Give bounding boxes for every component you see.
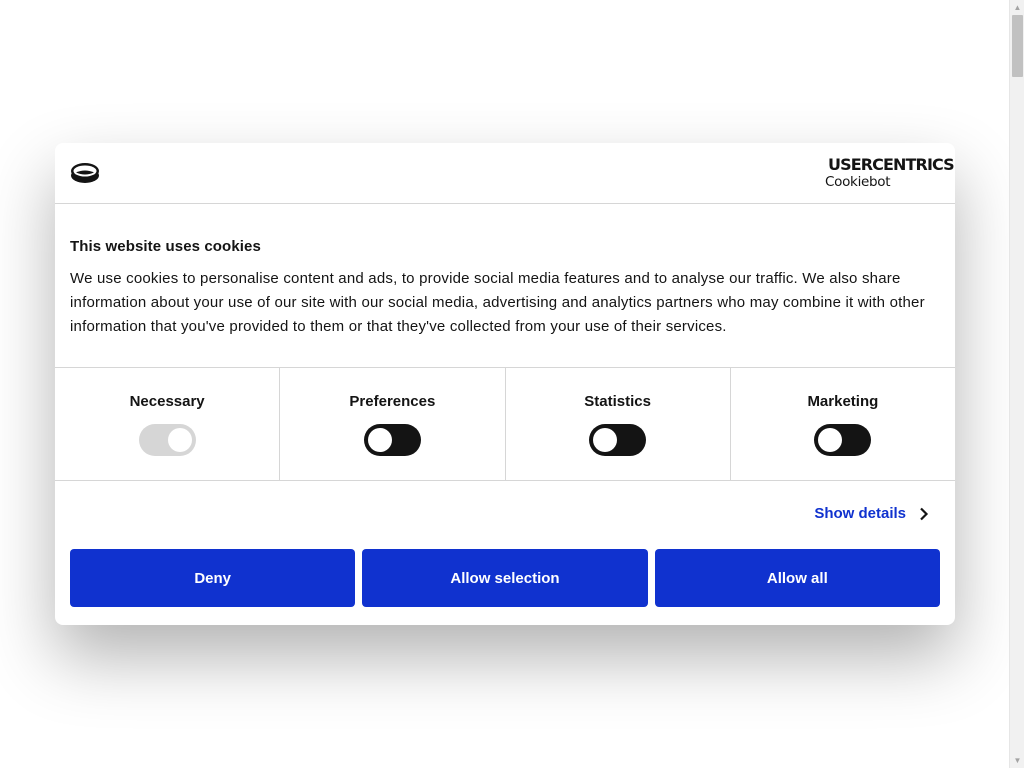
chevron-right-icon bbox=[920, 507, 929, 520]
allow-selection-button[interactable]: Allow selection bbox=[362, 549, 648, 607]
necessary-toggle bbox=[138, 424, 196, 456]
deny-button[interactable]: Deny bbox=[70, 549, 356, 607]
dialog-description: We use cookies to personalise content an… bbox=[70, 270, 925, 335]
vertical-scrollbar[interactable]: ▲ ▼ bbox=[1009, 0, 1024, 768]
usercentrics-cookiebot-logo: USERCENTRICS Cookiebot bbox=[825, 157, 955, 191]
category-statistics: Statistics bbox=[506, 368, 731, 480]
category-preferences: Preferences bbox=[280, 368, 506, 480]
dialog-title: This website uses cookies bbox=[70, 238, 261, 255]
scroll-down-arrow-icon[interactable]: ▼ bbox=[1010, 753, 1024, 768]
scroll-up-arrow-icon[interactable]: ▲ bbox=[1010, 0, 1024, 15]
show-details-label: Show details bbox=[814, 505, 906, 522]
dialog-body: This website uses cookies We use cookies… bbox=[55, 204, 955, 368]
scrollbar-thumb[interactable] bbox=[1012, 15, 1023, 77]
category-label: Statistics bbox=[584, 393, 651, 410]
toggle-knob bbox=[367, 428, 392, 452]
action-buttons: Deny Allow selection Allow all bbox=[55, 549, 955, 607]
category-label: Preferences bbox=[349, 393, 436, 410]
cookie-consent-dialog: USERCENTRICS Cookiebot This website uses… bbox=[55, 143, 955, 625]
preferences-toggle[interactable] bbox=[363, 424, 421, 456]
dialog-header: USERCENTRICS Cookiebot bbox=[55, 143, 955, 204]
category-label: Necessary bbox=[129, 393, 205, 410]
toggle-knob bbox=[593, 428, 618, 452]
brand-name: USERCENTRICS bbox=[828, 155, 955, 174]
category-label: Marketing bbox=[807, 393, 879, 410]
statistics-toggle[interactable] bbox=[589, 424, 647, 456]
show-details-link[interactable]: Show details bbox=[814, 505, 929, 522]
brand-product: Cookiebot bbox=[825, 174, 891, 190]
category-necessary: Necessary bbox=[55, 368, 281, 480]
toggle-knob bbox=[818, 428, 843, 452]
marketing-toggle[interactable] bbox=[814, 424, 872, 456]
details-row: Show details bbox=[55, 481, 955, 549]
allow-all-button[interactable]: Allow all bbox=[654, 549, 940, 607]
toggle-knob bbox=[167, 428, 192, 452]
consent-categories: Necessary Preferences Statistics Marketi… bbox=[55, 368, 955, 481]
site-logo-icon bbox=[71, 163, 99, 183]
category-marketing: Marketing bbox=[731, 368, 955, 480]
